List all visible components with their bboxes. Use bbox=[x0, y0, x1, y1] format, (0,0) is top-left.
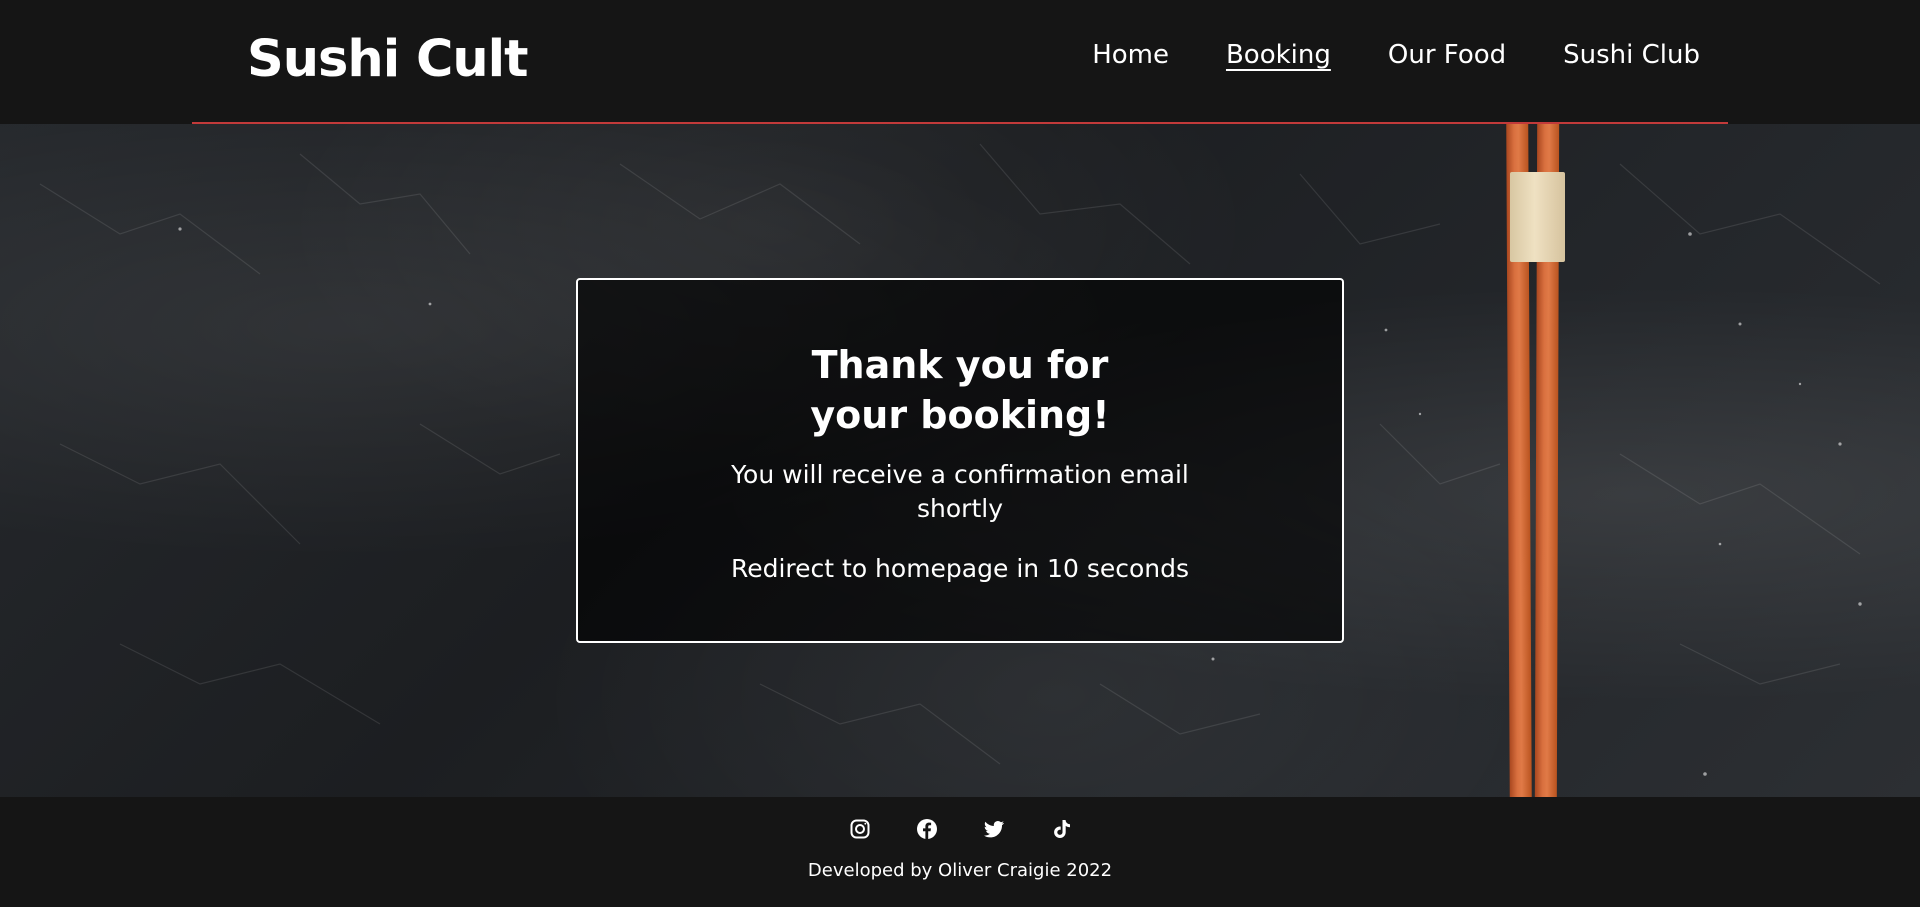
site-logo[interactable]: Sushi Cult bbox=[247, 26, 529, 94]
instagram-icon[interactable] bbox=[848, 817, 872, 841]
social-links bbox=[0, 817, 1920, 841]
nav-link-our-food[interactable]: Our Food bbox=[1388, 38, 1506, 72]
site-footer: Developed by Oliver Craigie 2022 bbox=[0, 797, 1920, 907]
tiktok-icon[interactable] bbox=[1049, 817, 1073, 841]
developer-credit: Developed by Oliver Craigie 2022 bbox=[807, 860, 1113, 881]
booking-confirmation-card: Thank you for your booking! You will rec… bbox=[576, 278, 1344, 643]
chopstick-paper-wrap bbox=[1510, 172, 1565, 262]
confirmation-message: You will receive a confirmation email sh… bbox=[731, 460, 1189, 523]
nav-link-home[interactable]: Home bbox=[1092, 38, 1169, 72]
nav-link-sushi-club[interactable]: Sushi Club bbox=[1563, 38, 1700, 72]
hero-background: Thank you for your booking! You will rec… bbox=[0, 124, 1920, 797]
twitter-icon[interactable] bbox=[982, 817, 1006, 841]
confirmation-title: Thank you for your booking! bbox=[810, 343, 1110, 437]
redirect-countdown: Redirect to homepage in 10 seconds bbox=[730, 554, 1190, 583]
main-nav: Home Booking Our Food Sushi Club bbox=[1092, 38, 1700, 72]
site-header: Sushi Cult Home Booking Our Food Sushi C… bbox=[0, 0, 1920, 124]
facebook-icon[interactable] bbox=[915, 817, 939, 841]
nav-link-booking[interactable]: Booking bbox=[1226, 38, 1331, 72]
